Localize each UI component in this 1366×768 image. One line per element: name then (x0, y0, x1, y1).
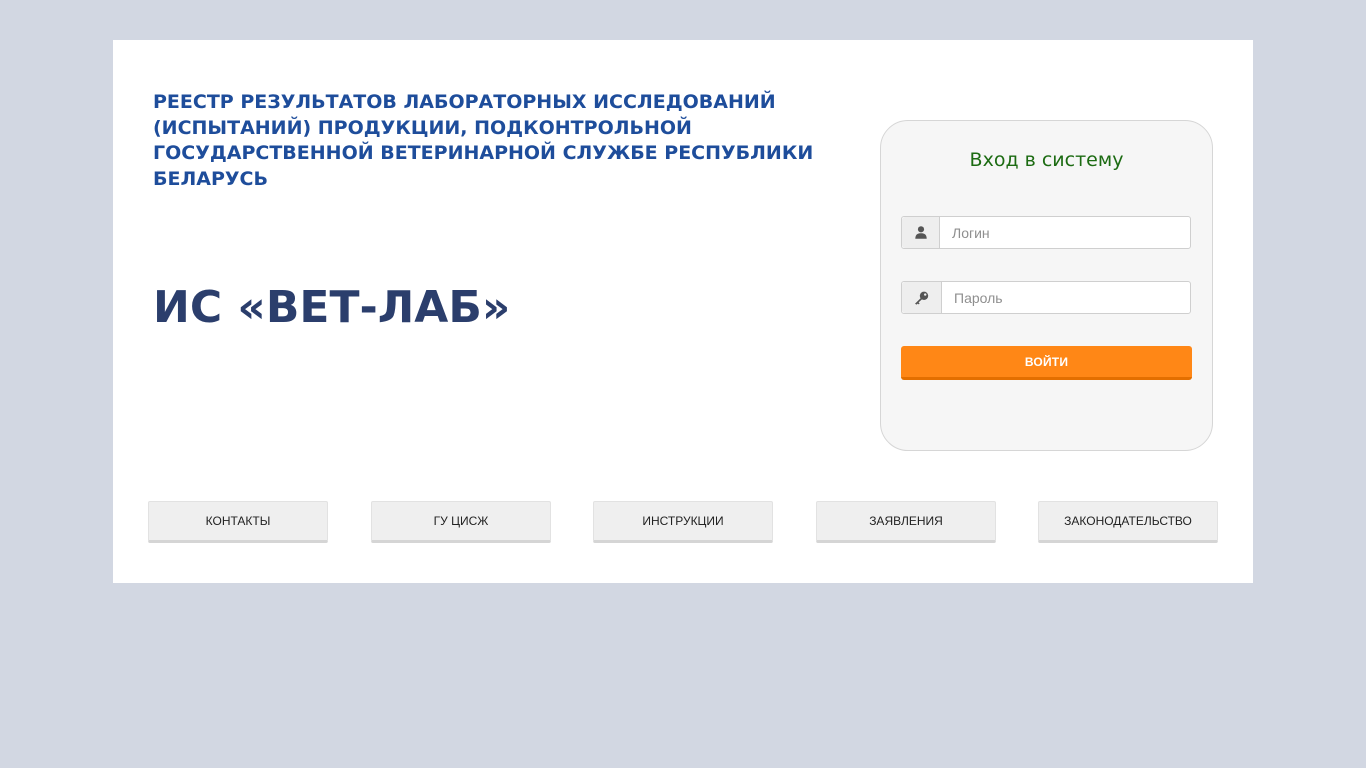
login-title: Вход в систему (969, 149, 1124, 171)
username-input[interactable] (940, 217, 1190, 248)
password-field-group (901, 281, 1191, 314)
login-panel: Вход в систему ВОЙТИ (880, 120, 1213, 451)
user-icon (902, 217, 940, 248)
registry-title: Реестр результатов лабораторных исследов… (153, 91, 814, 190)
main-card: Реестр результатов лабораторных исследов… (113, 40, 1253, 583)
nav-contacts-button[interactable]: КОНТАКТЫ (148, 501, 328, 543)
nav-applications-button[interactable]: ЗАЯВЛЕНИЯ (816, 501, 996, 543)
nav-instructions-button[interactable]: ИНСТРУКЦИИ (593, 501, 773, 543)
password-input[interactable] (942, 282, 1190, 313)
nav-gu-ciszh-button[interactable]: ГУ ЦИСЖ (371, 501, 551, 543)
system-name: ИС «ВЕТ-ЛАБ» (153, 282, 511, 333)
key-icon (902, 282, 942, 313)
username-field-group (901, 216, 1191, 249)
nav-bar: КОНТАКТЫ ГУ ЦИСЖ ИНСТРУКЦИИ ЗАЯВЛЕНИЯ ЗА… (148, 501, 1218, 543)
nav-legislation-button[interactable]: ЗАКОНОДАТЕЛЬСТВО (1038, 501, 1218, 543)
login-button[interactable]: ВОЙТИ (901, 346, 1192, 380)
